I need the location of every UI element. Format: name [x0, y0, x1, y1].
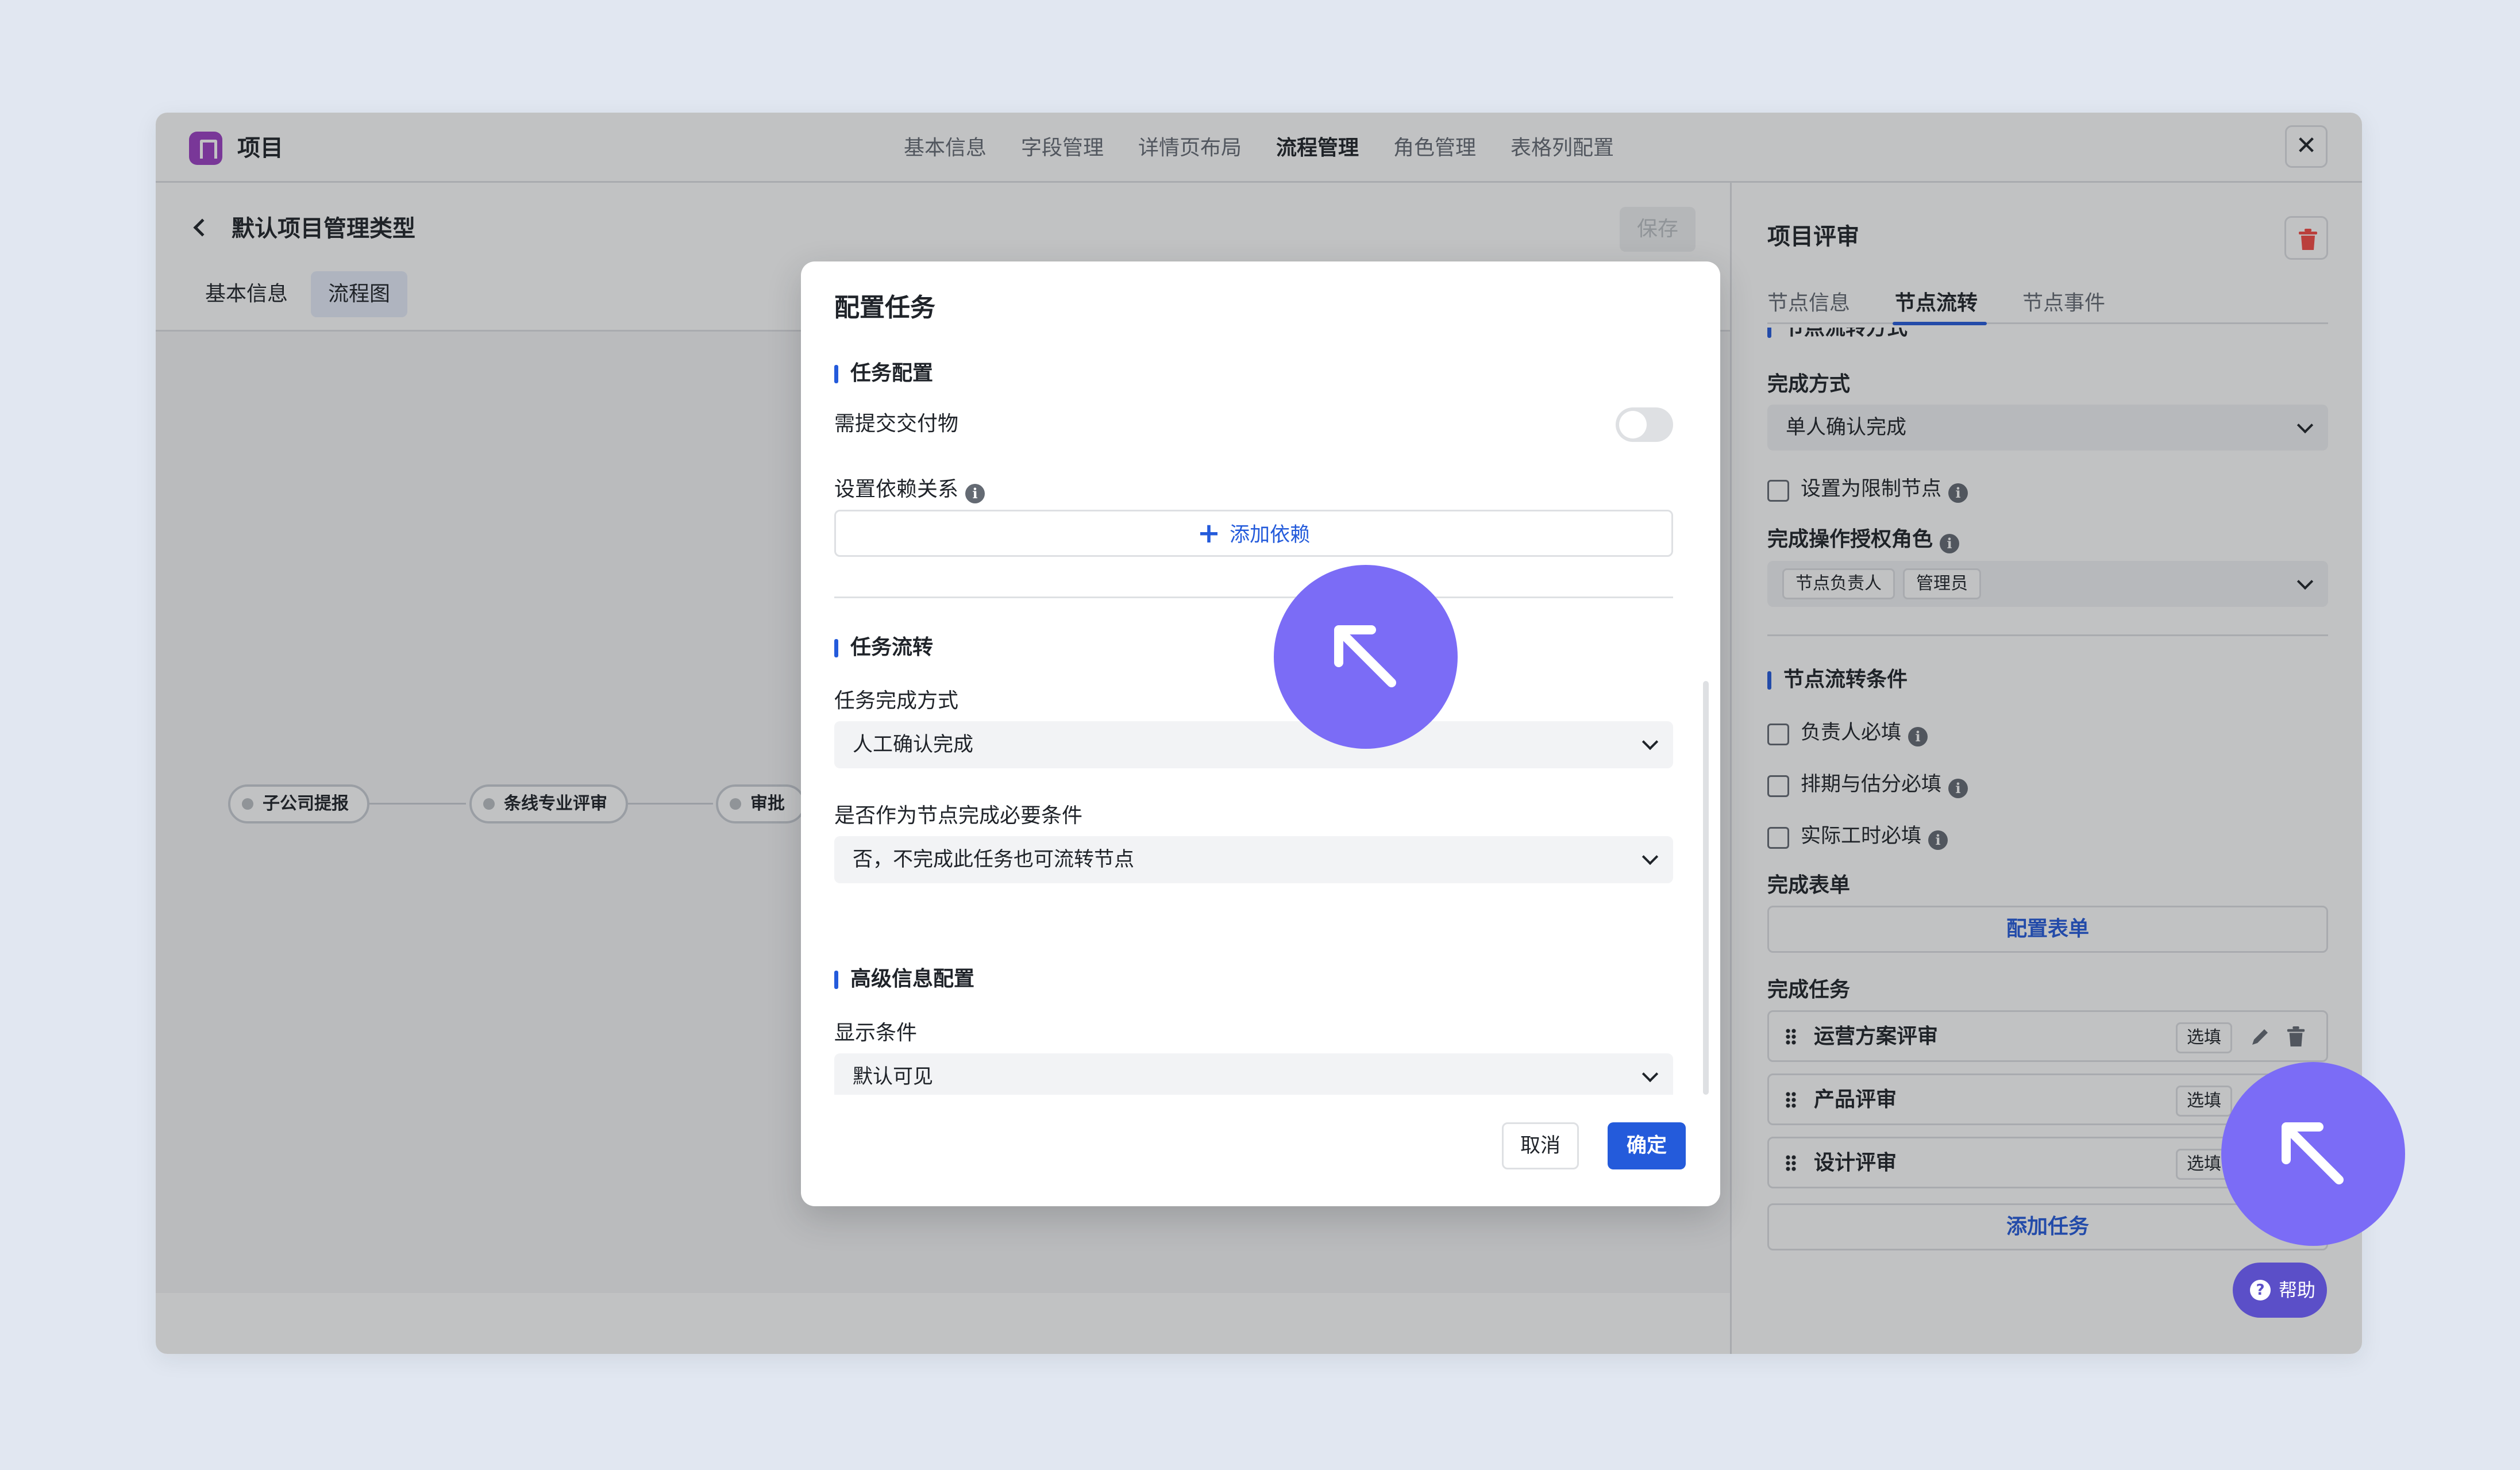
dialog-body[interactable]: 任务配置 需提交交付物 设置依赖关系 i + 添加依赖 任务流转 任务完成方式 人工…	[834, 359, 1673, 1095]
help-button[interactable]: 帮助	[2233, 1263, 2327, 1318]
required-value: 否，不完成此任务也可流转节点	[853, 848, 1135, 871]
display-condition-label: 显示条件	[834, 1021, 918, 1045]
dependency-label: 设置依赖关系 i	[834, 475, 985, 504]
section-task-flow: 任务流转	[834, 633, 933, 662]
plus-icon: +	[1197, 517, 1221, 549]
add-dependency-label: 添加依赖	[1230, 524, 1311, 547]
pointer-cursor-icon	[1274, 565, 1458, 749]
required-label: 是否作为节点完成必要条件	[834, 804, 1083, 828]
chevron-down-icon	[1642, 733, 1659, 751]
divider	[834, 597, 1673, 598]
required-select[interactable]: 否，不完成此任务也可流转节点	[834, 836, 1673, 883]
info-icon: i	[965, 484, 985, 503]
dialog-title: 配置任务	[834, 293, 935, 322]
add-dependency-button[interactable]: + 添加依赖	[834, 510, 1673, 557]
arrow-up-left-icon	[2282, 1122, 2344, 1184]
completion-mode-label: 任务完成方式	[834, 689, 959, 713]
display-condition-value: 默认可见	[853, 1065, 934, 1088]
deliverable-toggle[interactable]	[1616, 407, 1673, 442]
completion-mode-select[interactable]: 人工确认完成	[834, 721, 1673, 768]
dialog-scrollbar[interactable]	[1703, 681, 1709, 1095]
completion-mode-value: 人工确认完成	[853, 733, 974, 756]
chevron-down-icon	[1642, 1065, 1659, 1083]
confirm-button[interactable]: 确定	[1608, 1122, 1686, 1169]
pointer-cursor-icon	[2221, 1062, 2405, 1246]
display-condition-select[interactable]: 默认可见	[834, 1053, 1673, 1095]
deliverable-label: 需提交交付物	[834, 412, 959, 436]
section-task-config: 任务配置	[834, 359, 933, 388]
cancel-button[interactable]: 取消	[1502, 1122, 1579, 1169]
app-window: 项目 基本信息 字段管理 详情页布局 流程管理 角色管理 表格列配置 ✕ 默认项目管理类型…	[156, 113, 2362, 1354]
dependency-text: 设置依赖关系	[834, 478, 959, 501]
configure-task-dialog: 配置任务 任务配置 需提交交付物 设置依赖关系 i + 添加依赖 任务流转 任务完成…	[801, 261, 1720, 1206]
chevron-down-icon	[1642, 848, 1659, 865]
arrow-up-left-icon	[1334, 625, 1396, 687]
section-advanced: 高级信息配置	[834, 965, 974, 994]
